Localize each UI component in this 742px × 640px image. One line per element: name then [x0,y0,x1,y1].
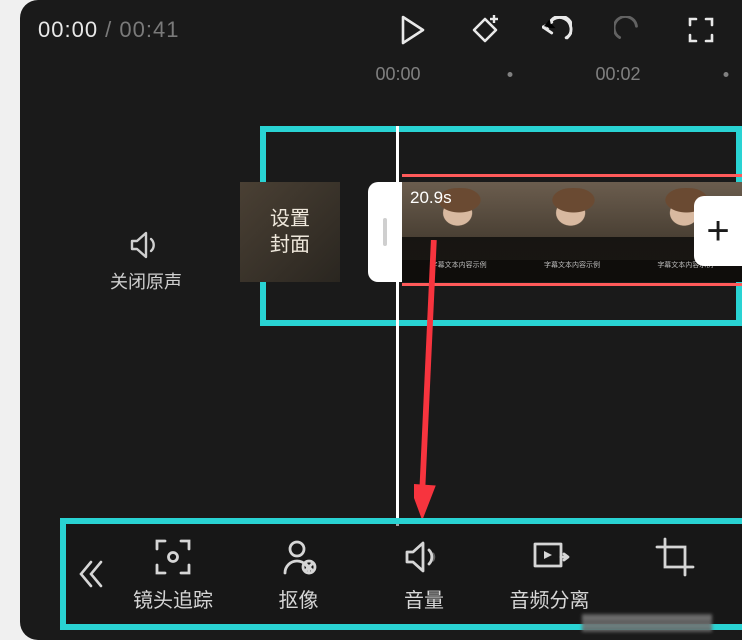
cover-label-1: 设置 [270,206,310,232]
speaker-icon [129,230,163,260]
keyframe-add-button[interactable] [470,15,500,45]
playback-controls [398,15,724,45]
fullscreen-button[interactable] [686,15,716,45]
bottom-toolbar: 镜头追踪 抠像 [66,524,742,624]
tool-label: 音频分离 [495,584,605,613]
tool-audio-separate[interactable]: 音频分离 [495,536,605,613]
audio-separate-icon [495,536,605,578]
tool-label: 镜头追踪 [118,584,228,613]
ruler-mark-1: 00:02 [595,64,640,85]
add-clip-button[interactable]: + [694,196,742,266]
time-total: 00:41 [119,17,179,42]
tool-volume[interactable]: 音量 [369,536,479,613]
mute-original-audio[interactable]: 关闭原声 [110,230,182,294]
timeline-ruler[interactable]: 00:00 00:02 [20,60,742,90]
tool-crop[interactable] [620,536,730,613]
play-button[interactable] [398,15,428,45]
clip-duration-badge: 20.9s [410,188,452,208]
volume-icon [369,536,479,578]
cover-setting-thumb[interactable]: 设置 封面 [240,182,340,282]
mute-label: 关闭原声 [110,268,182,294]
person-cutout-icon [244,536,354,578]
crop-icon [620,536,730,578]
toolbar-back-button[interactable] [66,559,116,589]
ruler-dot [724,72,729,77]
top-bar: 00:00 / 00:41 [20,0,742,60]
time-current: 00:00 [38,17,98,42]
clip-frame-thumb: 字幕文本内容示例 [515,182,628,282]
cover-label-2: 封面 [270,232,310,258]
censored-area [582,614,712,632]
time-display: 00:00 / 00:41 [38,17,179,43]
redo-button[interactable] [614,15,644,45]
time-separator: / [98,17,119,42]
focus-target-icon [118,536,228,578]
tool-camera-tracking[interactable]: 镜头追踪 [118,536,228,613]
tool-label: 音量 [369,584,479,613]
tool-label: 抠像 [244,584,354,613]
timeline-area: 关闭原声 设置 封面 字幕文本内容示例 字幕文本内容示例 字幕文本内容示例 20… [20,90,742,460]
video-clip[interactable]: 字幕文本内容示例 字幕文本内容示例 字幕文本内容示例 [402,182,742,282]
ruler-mark-0: 00:00 [375,64,420,85]
playhead-line[interactable] [396,126,399,526]
clip-selection-border-top [402,174,742,177]
video-editor-app: 00:00 / 00:41 [20,0,742,640]
ruler-dot [508,72,513,77]
clip-selection-border-bottom [402,283,742,286]
tool-cutout[interactable]: 抠像 [244,536,354,613]
undo-button[interactable] [542,15,572,45]
